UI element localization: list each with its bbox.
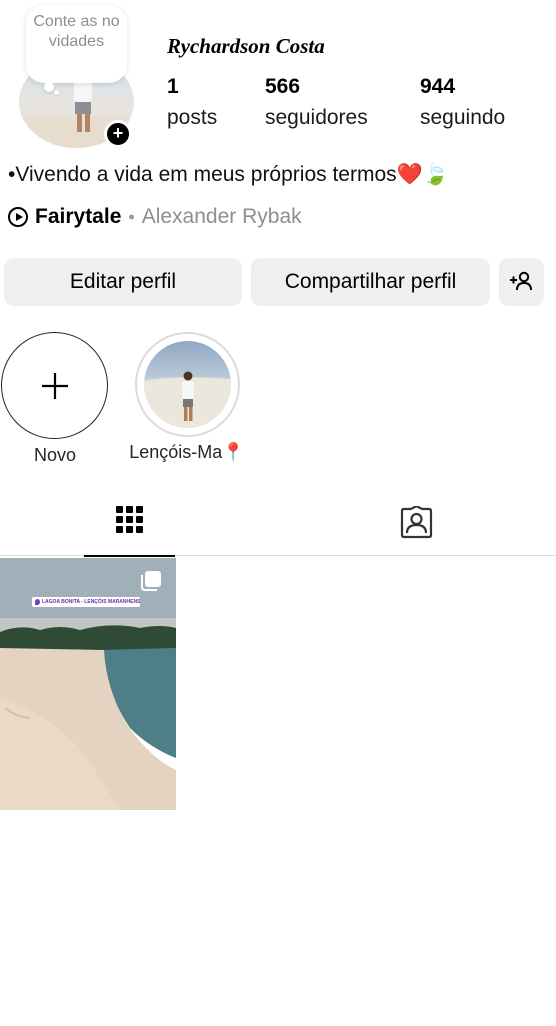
- profile-name: Rychardson Costa: [167, 34, 325, 58]
- music-artist: Alexander Rybak: [141, 205, 302, 228]
- stat-following-label: seguindo: [420, 106, 506, 129]
- highlight-new-ring: [1, 332, 108, 439]
- music-separator: •: [128, 206, 135, 227]
- profile-music[interactable]: Fairytale • Alexander Rybak: [8, 205, 302, 229]
- share-profile-button[interactable]: Compartilhar perfil: [251, 258, 490, 306]
- stat-followers-value: 566: [265, 75, 301, 98]
- grid-icon: [116, 506, 143, 533]
- highlight-ring: [134, 332, 240, 437]
- post-thumbnail[interactable]: LAGOA BONITA - LENÇÓIS MARANHENSES: [0, 558, 176, 810]
- highlight-cover-image: [143, 341, 231, 428]
- stat-following-value: 944: [420, 75, 456, 98]
- edit-profile-button[interactable]: Editar perfil: [4, 258, 242, 306]
- discover-people-button[interactable]: [499, 258, 544, 306]
- highlight-lencois[interactable]: Lençóis-Ma📍: [117, 332, 257, 463]
- tab-tagged[interactable]: [372, 497, 463, 556]
- multi-post-icon: [141, 571, 161, 591]
- add-person-icon: [510, 271, 532, 291]
- tagged-person-icon: [400, 506, 433, 539]
- stat-followers[interactable]: 566 seguidores: [265, 76, 368, 133]
- stat-posts[interactable]: 1 posts: [167, 76, 217, 133]
- tab-posts-grid[interactable]: [84, 497, 175, 557]
- play-icon: [8, 207, 28, 227]
- profile-tabs: [0, 497, 556, 557]
- note-bubble-tail: [44, 82, 54, 92]
- active-tab-indicator: [84, 555, 175, 557]
- highlight-new[interactable]: Novo: [1, 332, 109, 466]
- highlight-new-label: Novo: [33, 445, 77, 465]
- plus-icon: [42, 373, 68, 399]
- stat-following[interactable]: 944 seguindo: [420, 76, 505, 133]
- highlight-lencois-label: Lençóis-Ma📍: [129, 442, 245, 462]
- post-location-sticker: LAGOA BONITA - LENÇÓIS MARANHENSES: [32, 597, 140, 607]
- stat-followers-label: seguidores: [265, 106, 368, 129]
- bio-text: •Vivendo a vida em meus próprios termos❤…: [8, 163, 449, 186]
- stat-posts-label: posts: [167, 106, 218, 129]
- note-bubble-tail-small: [54, 90, 59, 95]
- add-story-icon[interactable]: +: [104, 120, 132, 148]
- note-bubble[interactable]: Conte as novidades: [26, 5, 127, 83]
- stat-posts-value: 1: [167, 75, 179, 98]
- post-image: [0, 558, 176, 810]
- music-song: Fairytale: [35, 205, 122, 228]
